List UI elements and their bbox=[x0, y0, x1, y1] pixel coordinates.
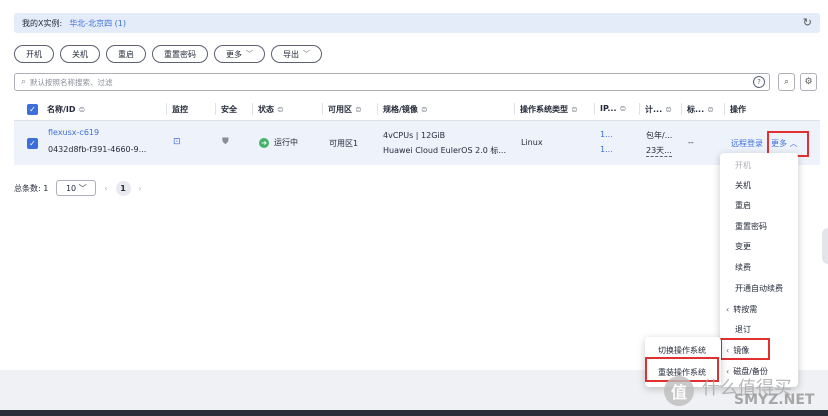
chevron-left-icon: ‹ bbox=[726, 304, 730, 314]
export-button[interactable]: 导出 ﹀ bbox=[271, 45, 322, 63]
menu-item-restart[interactable]: 重启 bbox=[720, 195, 798, 215]
filter-icon: ⊜ bbox=[707, 105, 714, 114]
col-status[interactable]: 状态 ⊜ bbox=[252, 103, 284, 115]
page-size-select[interactable]: 10 ﹀ bbox=[56, 180, 97, 196]
status-text: 运行中 bbox=[274, 138, 298, 147]
ip-text-1[interactable]: 1... bbox=[600, 130, 613, 139]
col-billing[interactable]: 计... ⊜ bbox=[639, 103, 672, 115]
side-panel-handle[interactable] bbox=[822, 228, 828, 264]
menu-item-to-on-demand[interactable]: ‹ 转按需 bbox=[720, 299, 798, 319]
col-ip[interactable]: IP... ⊜ bbox=[594, 103, 627, 115]
current-page[interactable]: 1 bbox=[115, 180, 131, 196]
select-all-checkbox[interactable]: ✓ bbox=[27, 104, 38, 115]
col-os-type[interactable]: 操作系统类型 ⊜ bbox=[514, 103, 578, 115]
search-input[interactable]: ⌕ 默认按照名称搜索、过滤 ? bbox=[14, 73, 770, 91]
region-selector[interactable]: 华北-北京四 (1) bbox=[69, 18, 126, 29]
refresh-icon[interactable]: ↻ bbox=[803, 17, 812, 28]
chevron-down-icon: ﹀ bbox=[246, 50, 253, 58]
next-page-icon[interactable]: › bbox=[139, 184, 142, 193]
running-icon: ➜ bbox=[259, 137, 269, 148]
menu-item-image[interactable]: ‹ 镜像 bbox=[720, 340, 798, 360]
more-button-label: 更多 bbox=[226, 49, 242, 59]
spec-text: 4vCPUs | 12GiB bbox=[383, 131, 446, 140]
total-count: 总条数: 1 bbox=[14, 183, 49, 193]
col-name[interactable]: 名称/ID ⊜ bbox=[47, 104, 85, 115]
remote-login-link[interactable]: 远程登录 bbox=[731, 138, 763, 149]
export-button-label: 导出 bbox=[283, 49, 299, 59]
billing-text-1: 包年/... bbox=[646, 131, 673, 140]
menu-item-stop[interactable]: 关机 bbox=[720, 175, 798, 195]
col-tag[interactable]: 标... ⊜ bbox=[681, 103, 714, 115]
row-more-label: 更多 bbox=[771, 139, 787, 148]
filter-icon: ⊜ bbox=[355, 105, 362, 114]
filter-icon: ⊜ bbox=[665, 105, 672, 114]
table-header: ✓ 名称/ID ⊜ 监控 安全 状态 ⊜ 可用区 ⊜ 规格/镜像 ⊜ 操作系统类型 ⊜ I… bbox=[14, 99, 820, 121]
search-placeholder: 默认按照名称搜索、过滤 bbox=[30, 77, 113, 87]
prev-page-icon[interactable]: ‹ bbox=[104, 184, 107, 193]
chevron-left-icon: ‹ bbox=[726, 345, 730, 355]
table-row: ✓ flexusx-c619 0432d8fb-f391-4660-9... ⊡… bbox=[14, 121, 820, 165]
row-more-button[interactable]: 更多 ︿ bbox=[771, 138, 798, 149]
watermark: 值 什么值得买 SMYZ.NET bbox=[664, 372, 826, 412]
submenu-item-switch-os[interactable]: 切换操作系统 bbox=[645, 340, 721, 360]
monitor-icon[interactable]: ⊡ bbox=[173, 137, 181, 147]
reset-password-button[interactable]: 重置密码 bbox=[152, 45, 208, 63]
col-spec[interactable]: 规格/镜像 ⊜ bbox=[377, 103, 428, 115]
ip-text-2[interactable]: 1... bbox=[600, 145, 613, 154]
tag-cell: -- bbox=[688, 138, 694, 147]
instance-name-link[interactable]: flexusx-c619 bbox=[48, 128, 99, 137]
region-label: 我的X实例: bbox=[22, 18, 63, 28]
row-checkbox[interactable]: ✓ bbox=[27, 138, 38, 149]
menu-item-reset-password[interactable]: 重置密码 bbox=[720, 216, 798, 236]
menu-item-start[interactable]: 开机 bbox=[720, 155, 798, 175]
col-action: 操作 bbox=[724, 103, 746, 115]
menu-item-auto-renew[interactable]: 开通自动续费 bbox=[720, 278, 798, 298]
search-icon: ⌕ bbox=[783, 77, 790, 87]
col-security: 安全 bbox=[215, 103, 237, 115]
filter-icon: ⊜ bbox=[78, 105, 86, 114]
menu-item-unsubscribe[interactable]: 退订 bbox=[720, 319, 798, 339]
watermark-logo: 值 bbox=[664, 376, 694, 406]
start-button[interactable]: 开机 bbox=[14, 45, 54, 63]
stop-button[interactable]: 关机 bbox=[60, 45, 100, 63]
help-icon[interactable]: ? bbox=[753, 76, 765, 88]
chevron-up-icon: ︿ bbox=[789, 139, 798, 148]
gear-icon: ⚙ bbox=[804, 77, 813, 87]
filter-icon: ⊜ bbox=[420, 105, 428, 114]
menu-item-renew[interactable]: 续费 bbox=[720, 257, 798, 277]
region-bar: 我的X实例: 华北-北京四 (1) ↻ bbox=[14, 13, 820, 33]
os-type-cell: Linux bbox=[521, 138, 543, 147]
action-toolbar: 开机 关机 重启 重置密码 更多 ﹀ 导出 ﹀ bbox=[14, 45, 322, 63]
restart-button[interactable]: 重启 bbox=[106, 45, 146, 63]
status-cell: ➜ 运行中 bbox=[259, 137, 298, 148]
chevron-down-icon: ﹀ bbox=[303, 50, 310, 58]
shield-icon[interactable]: ⛊ bbox=[222, 137, 229, 147]
billing-text-2[interactable]: 23天... bbox=[646, 145, 672, 157]
filter-icon: ⊜ bbox=[571, 105, 578, 114]
col-zone[interactable]: 可用区 ⊜ bbox=[322, 103, 362, 115]
filter-icon: ⊜ bbox=[619, 104, 627, 113]
search-icon: ⌕ bbox=[21, 77, 27, 87]
instance-id: 0432d8fb-f391-4660-9... bbox=[48, 145, 147, 154]
filter-icon: ⊜ bbox=[277, 105, 284, 114]
more-dropdown-menu: 开机 关机 重启 重置密码 变更 续费 开通自动续费 ‹ 转按需 退订 ‹ 镜像 ‹… bbox=[720, 153, 798, 387]
menu-item-change[interactable]: 变更 bbox=[720, 236, 798, 256]
zone-cell: 可用区1 bbox=[329, 139, 359, 148]
pagination: 总条数: 1 10 ﹀ ‹ 1 › bbox=[14, 180, 142, 196]
more-button[interactable]: 更多 ﹀ bbox=[214, 45, 265, 63]
settings-button[interactable]: ⚙ bbox=[800, 73, 817, 91]
image-text: Huawei Cloud EulerOS 2.0 标... bbox=[383, 146, 506, 155]
col-monitor: 监控 bbox=[166, 103, 188, 115]
search-button[interactable]: ⌕ bbox=[778, 73, 795, 91]
watermark-domain: SMYZ.NET bbox=[734, 392, 815, 408]
